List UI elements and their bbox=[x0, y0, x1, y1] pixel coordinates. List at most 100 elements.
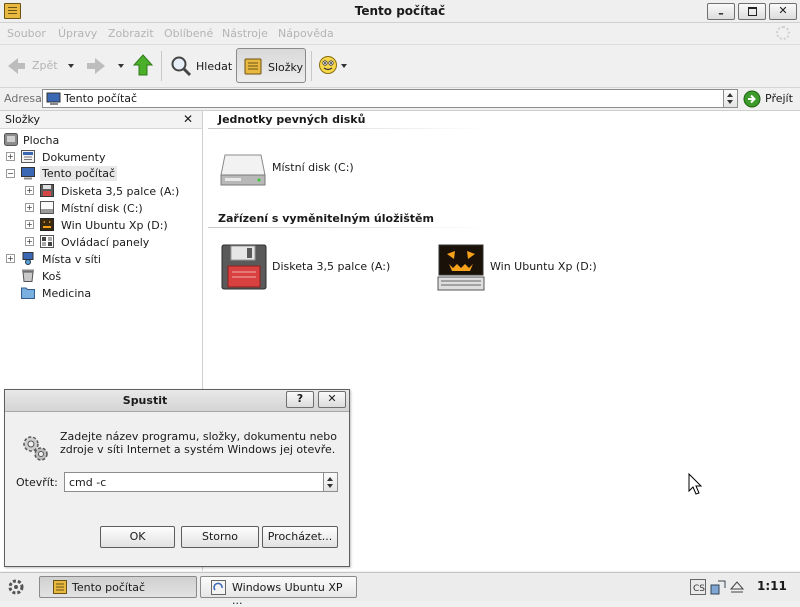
svg-text:CS: CS bbox=[693, 584, 705, 594]
folders-icon bbox=[244, 58, 262, 75]
drive-label: Disketa 3,5 palce (A:) bbox=[272, 260, 391, 273]
back-button[interactable]: Zpět bbox=[4, 53, 64, 79]
drive-item-local-disk[interactable]: Místní disk (C:) bbox=[219, 147, 369, 191]
tree-item-recycle-bin[interactable]: Koš bbox=[21, 268, 196, 284]
cancel-button[interactable]: Storno bbox=[181, 526, 259, 548]
help-button[interactable]: ? bbox=[286, 391, 314, 408]
drive-item-cd[interactable]: Win Ubuntu Xp (D:) bbox=[437, 244, 627, 292]
cd-drive-icon bbox=[437, 244, 485, 291]
chevron-up-icon bbox=[327, 477, 333, 481]
search-button[interactable]: Hledat bbox=[168, 51, 232, 81]
title-bar[interactable]: Tento počítač – ✕ bbox=[0, 0, 800, 23]
ok-button[interactable]: OK bbox=[100, 526, 175, 548]
tree-item-label: Medicina bbox=[42, 287, 92, 300]
run-command-input[interactable]: cmd -c bbox=[64, 472, 324, 492]
go-arrow-icon bbox=[743, 90, 761, 108]
menu-help[interactable]: Nápověda bbox=[278, 27, 334, 40]
menu-edit[interactable]: Úpravy bbox=[58, 27, 97, 40]
dialog-close-button[interactable]: ✕ bbox=[318, 391, 346, 408]
keyboard-layout-icon[interactable]: CS bbox=[690, 579, 706, 595]
tree-item-medicina[interactable]: Medicina bbox=[21, 285, 196, 301]
back-label: Zpět bbox=[32, 59, 58, 72]
maximize-button[interactable] bbox=[738, 3, 766, 20]
folders-button[interactable]: Složky bbox=[236, 48, 306, 83]
address-label: Adresa bbox=[4, 92, 42, 105]
tree-item-documents[interactable]: + Dokumenty bbox=[6, 149, 196, 165]
tree-item-my-computer[interactable]: − Tento počítač bbox=[6, 166, 196, 182]
chevron-down-icon bbox=[727, 100, 733, 104]
close-icon: ✕ bbox=[327, 392, 337, 405]
start-menu-icon[interactable] bbox=[7, 578, 25, 596]
tree-item-label: Dokumenty bbox=[42, 151, 106, 164]
network-tray-icon[interactable] bbox=[710, 579, 726, 595]
menu-favorites[interactable]: Oblíbené bbox=[164, 27, 213, 40]
group-divider bbox=[208, 128, 488, 129]
network-icon bbox=[22, 252, 34, 265]
expand-plus-icon[interactable]: + bbox=[25, 237, 34, 246]
back-history-caret-icon[interactable] bbox=[68, 64, 74, 68]
menu-bar: Soubor Úpravy Zobrazit Oblíbené Nástroje… bbox=[0, 23, 800, 45]
computer-icon bbox=[46, 92, 61, 105]
folders-pane-title: Složky bbox=[5, 113, 41, 126]
tree-item-label: Koš bbox=[42, 270, 62, 283]
tree-item-network[interactable]: + Místa v síti bbox=[6, 251, 196, 267]
up-button[interactable] bbox=[132, 53, 156, 79]
forward-button[interactable] bbox=[84, 53, 114, 79]
close-icon: ✕ bbox=[778, 4, 788, 17]
chevron-up-icon bbox=[727, 93, 733, 97]
run-dialog: Spustit ? ✕ Zadejte název programu, slož… bbox=[4, 389, 350, 567]
task-button-my-computer[interactable]: Tento počítač bbox=[39, 576, 197, 598]
close-button[interactable]: ✕ bbox=[769, 3, 797, 20]
task-button-browser[interactable]: Windows Ubuntu XP ... bbox=[200, 576, 357, 607]
run-command-dropdown[interactable] bbox=[324, 472, 338, 492]
menu-tools[interactable]: Nástroje bbox=[222, 27, 268, 40]
floppy-icon bbox=[221, 244, 267, 290]
maximize-icon bbox=[747, 7, 757, 16]
expand-plus-icon[interactable]: + bbox=[6, 152, 15, 161]
forward-history-caret-icon[interactable] bbox=[118, 64, 124, 68]
tree-item-local-disk[interactable]: + Místní disk (C:) bbox=[25, 200, 197, 216]
eject-icon[interactable] bbox=[729, 579, 745, 595]
run-dialog-titlebar[interactable]: Spustit ? ✕ bbox=[5, 390, 349, 412]
forward-arrow-shaft bbox=[87, 63, 95, 69]
browse-button[interactable]: Procházet... bbox=[262, 526, 338, 548]
computer-icon bbox=[21, 167, 35, 180]
tree-item-label: Místa v síti bbox=[42, 253, 101, 266]
help-icon: ? bbox=[296, 392, 304, 405]
views-button[interactable] bbox=[316, 53, 350, 79]
chevron-down-icon bbox=[327, 484, 333, 488]
go-label: Přejít bbox=[765, 92, 793, 105]
mouse-cursor-icon bbox=[688, 473, 703, 495]
expand-plus-icon[interactable]: + bbox=[25, 186, 34, 195]
run-description-line2: zdroje v síti Internet a systém Windows … bbox=[60, 443, 336, 456]
task-button-label: Windows Ubuntu XP ... bbox=[232, 581, 343, 607]
minimize-icon: – bbox=[718, 7, 724, 20]
go-button[interactable]: Přejít bbox=[742, 89, 798, 109]
tree-item-label: Ovládací panely bbox=[61, 236, 150, 249]
close-pane-icon[interactable]: ✕ bbox=[183, 112, 193, 126]
collapse-minus-icon[interactable]: − bbox=[6, 169, 15, 178]
tree-item-label: Plocha bbox=[23, 134, 60, 147]
open-label: Otevřít: bbox=[16, 476, 58, 489]
tree-item-desktop[interactable]: Plocha bbox=[4, 132, 194, 148]
expand-plus-icon[interactable]: + bbox=[6, 254, 15, 263]
tree-item-floppy[interactable]: + Disketa 3,5 palce (A:) bbox=[25, 183, 197, 199]
drive-item-floppy[interactable]: Disketa 3,5 palce (A:) bbox=[221, 244, 391, 292]
task-button-label: Tento počítač bbox=[72, 581, 146, 594]
tree-item-control-panel[interactable]: + Ovládací panely bbox=[25, 234, 197, 250]
floppy-icon bbox=[40, 184, 54, 197]
group-divider bbox=[208, 227, 488, 228]
menu-file[interactable]: Soubor bbox=[7, 27, 46, 40]
group-title-removable: Zařízení s vyměnitelným úložištěm bbox=[218, 212, 434, 225]
tree-item-cd-drive[interactable]: + Win Ubuntu Xp (D:) bbox=[25, 217, 197, 233]
address-dropdown-button[interactable] bbox=[724, 89, 738, 108]
menu-view[interactable]: Zobrazit bbox=[108, 27, 154, 40]
address-input[interactable]: Tento počítač bbox=[42, 89, 724, 108]
expand-plus-icon[interactable]: + bbox=[25, 220, 34, 229]
tree-item-label: Místní disk (C:) bbox=[61, 202, 143, 215]
browser-window-icon bbox=[211, 580, 226, 595]
tree-item-label: Tento počítač bbox=[40, 166, 118, 181]
minimize-button[interactable]: – bbox=[707, 3, 735, 20]
toolbar-separator bbox=[311, 51, 312, 81]
expand-plus-icon[interactable]: + bbox=[25, 203, 34, 212]
